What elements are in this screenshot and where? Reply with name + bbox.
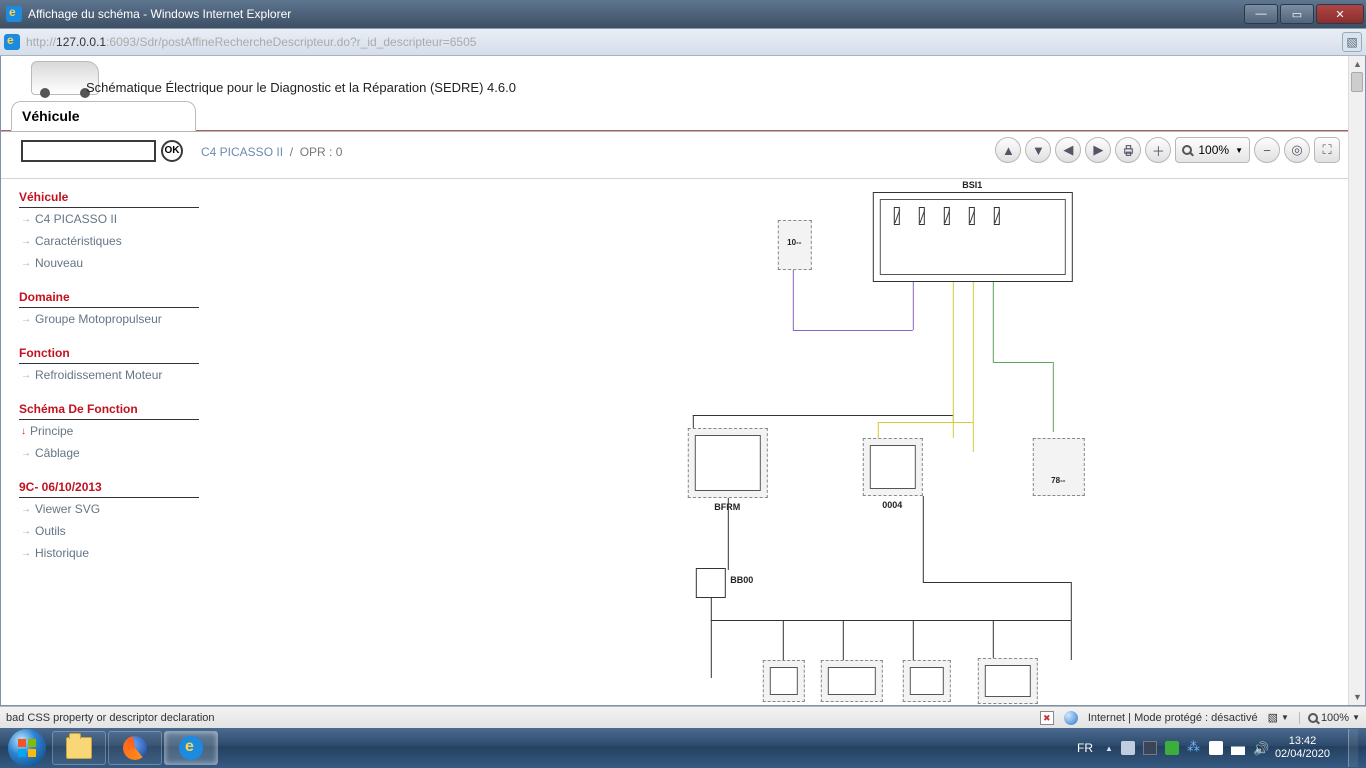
label-bb00: BB00 [730,575,764,585]
compat-view-button[interactable]: ▧ [1342,32,1362,52]
sidebar-item-active[interactable]: ↓Principe [19,420,199,442]
sidebar-item[interactable]: →Nouveau [19,252,199,274]
sidebar-item[interactable]: →Caractéristiques [19,230,199,252]
sidebar: Véhicule →C4 PICASSO II →Caractéristique… [19,186,199,564]
sidebar-heading-fonction: Fonction [19,342,199,364]
viewer-toolbar: ▲ ▼ ◀ ▶ ＋ 100% ▼ − ◎ ⛶ [995,137,1340,163]
show-desktop-button[interactable] [1348,729,1358,767]
tray-clock[interactable]: 13:42 02/04/2020 [1275,735,1334,761]
language-indicator[interactable]: FR [1073,739,1097,757]
ie-icon [6,6,22,22]
zoom-icon [1308,713,1318,723]
zoom-out-button[interactable]: − [1254,137,1280,163]
nav-left-button[interactable]: ◀ [1055,137,1081,163]
app-title: Schématique Électrique pour le Diagnosti… [86,80,516,95]
sidebar-item[interactable]: →Câblage [19,442,199,464]
minimize-button[interactable]: — [1244,4,1278,24]
tab-vehicule[interactable]: Véhicule [11,101,196,131]
zoom-icon [1182,145,1192,155]
module-1510[interactable] [902,660,950,702]
schematic-viewer[interactable]: BSI1 10-- [211,180,1340,699]
network-icon[interactable] [1231,741,1245,755]
address-bar[interactable]: http://127.0.0.1:6093/Sdr/postAffineRech… [0,28,1366,56]
module-1522[interactable] [977,658,1037,704]
sidebar-item[interactable]: →C4 PICASSO II [19,208,199,230]
tray-icon[interactable] [1165,741,1179,755]
action-center-icon[interactable] [1209,741,1223,755]
sidebar-heading-vehicule: Véhicule [19,186,199,208]
label-10: 10-- [778,238,810,247]
breadcrumb: C4 PICASSO II / OPR : 0 [201,145,342,159]
zoom-select[interactable]: 100% ▼ [1175,137,1250,163]
label-0004: 0004 [867,500,917,510]
taskbar: FR ▲ ⁂ 🔊 13:42 02/04/2020 [0,728,1366,768]
module-bb00[interactable] [695,568,725,598]
sidebar-item[interactable]: →Outils [19,520,199,542]
status-message: bad CSS property or descriptor declarati… [6,712,215,724]
ie-status-bar: bad CSS property or descriptor declarati… [0,706,1366,728]
breadcrumb-opr: OPR : 0 [300,145,343,159]
security-icon[interactable]: ✖ [1040,711,1054,725]
page-favicon [4,34,20,50]
sidebar-item[interactable]: →Groupe Motopropulseur [19,308,199,330]
search-input[interactable] [21,140,156,162]
system-tray: FR ▲ ⁂ 🔊 13:42 02/04/2020 [1073,729,1358,767]
module-bfrm[interactable] [687,428,767,498]
status-zoom[interactable]: 100% ▼ [1299,712,1360,724]
status-network: Internet | Mode protégé : désactivé [1088,712,1258,724]
tray-icon[interactable] [1143,741,1157,755]
close-button[interactable]: ✕ [1316,4,1364,24]
sidebar-item[interactable]: →Refroidissement Moteur [19,364,199,386]
firefox-icon [123,736,147,760]
globe-icon [1064,711,1078,725]
module-bsi1[interactable] [872,192,1072,282]
nav-right-button[interactable]: ▶ [1085,137,1111,163]
ie-icon [179,736,203,760]
breadcrumb-link[interactable]: C4 PICASSO II [201,145,283,159]
nav-down-button[interactable]: ▼ [1025,137,1051,163]
zoom-in-button[interactable]: ＋ [1145,137,1171,163]
vertical-scrollbar[interactable]: ▲ ▼ [1348,56,1365,705]
module-1320[interactable] [820,660,882,702]
label-bsi1: BSI1 [942,180,1002,190]
fullscreen-button[interactable]: ⛶ [1314,137,1340,163]
sidebar-item[interactable]: →Historique [19,542,199,564]
module-1220[interactable] [762,660,804,702]
sidebar-heading-domaine: Domaine [19,286,199,308]
taskbar-firefox[interactable] [108,731,162,765]
scroll-thumb[interactable] [1351,72,1363,92]
module-78[interactable] [1032,438,1084,496]
window-title: Affichage du schéma - Windows Internet E… [28,7,291,21]
taskbar-ie[interactable] [164,731,218,765]
maximize-button[interactable]: ▭ [1280,4,1314,24]
search-ok-button[interactable]: OK [161,140,183,162]
scroll-down-icon[interactable]: ▼ [1349,689,1365,705]
label-78: 78-- [1036,476,1080,485]
sidebar-heading-date: 9C- 06/10/2013 [19,476,199,498]
taskbar-explorer[interactable] [52,731,106,765]
chevron-down-icon: ▼ [1235,146,1243,155]
scroll-up-icon[interactable]: ▲ [1349,56,1365,72]
bluetooth-icon[interactable]: ⁂ [1187,741,1201,755]
folder-icon [66,737,92,759]
sidebar-heading-schema: Schéma De Fonction [19,398,199,420]
status-dropdown[interactable]: ▧▼ [1268,711,1289,724]
start-button[interactable] [8,729,46,767]
tray-icon[interactable] [1121,741,1135,755]
fit-button[interactable]: ◎ [1284,137,1310,163]
window-titlebar: Affichage du schéma - Windows Internet E… [0,0,1366,28]
module-0004[interactable] [862,438,922,496]
volume-icon[interactable]: 🔊 [1253,741,1267,755]
url-display[interactable]: http://127.0.0.1:6093/Sdr/postAffineRech… [26,35,476,49]
sidebar-item[interactable]: →Viewer SVG [19,498,199,520]
print-button[interactable] [1115,137,1141,163]
nav-up-button[interactable]: ▲ [995,137,1021,163]
tray-expand-icon[interactable]: ▲ [1105,744,1113,753]
